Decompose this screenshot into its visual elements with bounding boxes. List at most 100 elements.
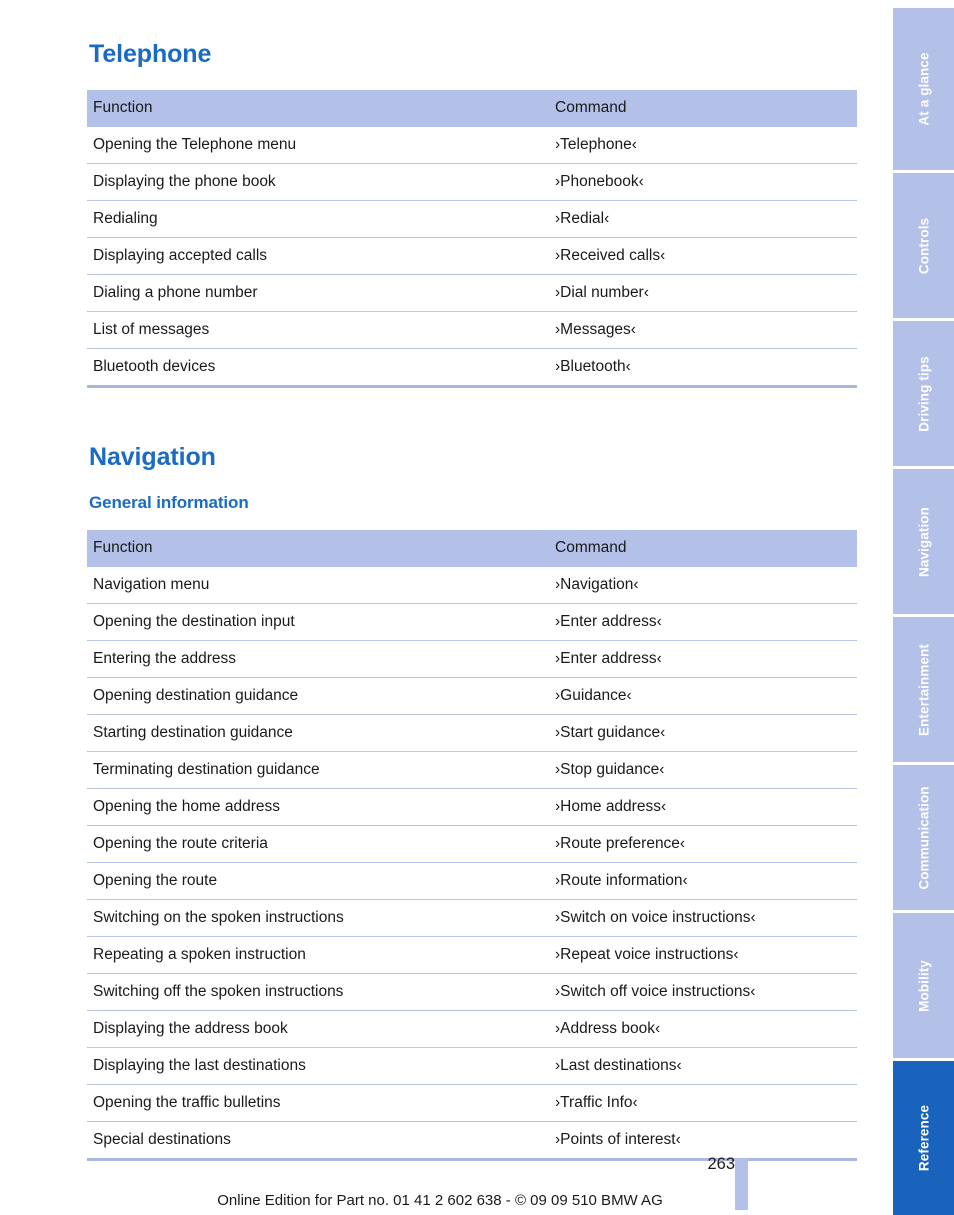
cell-function: Opening the Telephone menu (93, 136, 297, 153)
sidebar-item-communication[interactable]: Communication (893, 765, 954, 910)
cell-function: Displaying the phone book (87, 163, 549, 201)
cell-command: ›Redial‹ (549, 200, 857, 238)
cell-command: ›Home address‹ (549, 788, 857, 826)
sidebar-item-controls[interactable]: Controls (893, 173, 954, 318)
page-content: Telephone Function Command Opening the T… (87, 40, 857, 1161)
cell-function: Opening the destination input (87, 603, 549, 641)
table-row: Redialing ›Redial‹ (87, 200, 857, 238)
cell-function: Opening destination guidance (87, 677, 549, 715)
table-row: Opening the traffic bulletins ›Traffic I… (87, 1084, 857, 1122)
table-row: Opening destination guidance ›Guidance‹ (87, 677, 857, 715)
table-row: Opening the home address ›Home address‹ (87, 788, 857, 826)
sidebar-item-driving-tips[interactable]: Driving tips (893, 321, 954, 466)
cell-function: Repeating a spoken instruction (87, 936, 549, 974)
cell-command: ›Guidance‹ (549, 677, 857, 715)
cell-command: ›Bluetooth‹ (549, 348, 857, 387)
cell-command: ›Switch off voice instructions‹ (549, 973, 857, 1011)
sidebar-item-label: Controls (916, 217, 931, 274)
table-row: Opening the route criteria ›Route prefer… (87, 825, 857, 863)
cell-function: Terminating destination guidance (87, 751, 549, 789)
sidebar-item-label: Mobility (916, 959, 931, 1012)
column-header-command: Command (549, 90, 857, 127)
page-number: 263 (707, 1155, 735, 1173)
sidebar-item-label: Communication (916, 785, 931, 890)
cell-command: ›Received calls‹ (549, 237, 857, 275)
sidebar-item-mobility[interactable]: Mobility (893, 913, 954, 1058)
cell-function: Switching on the spoken instructions (87, 899, 549, 937)
cell-function: Switching off the spoken instructions (87, 973, 549, 1011)
cell-function: Displaying the address book (87, 1010, 549, 1048)
page-title: Telephone (89, 40, 212, 68)
cell-function: Opening the traffic bulletins (87, 1084, 549, 1122)
table-row: List of messages ›Messages‹ (87, 311, 857, 349)
cell-command: ›Start guidance‹ (549, 714, 857, 752)
cell-function: Bluetooth devices (87, 348, 549, 387)
page-footer: 263 Online Edition for Part no. 01 41 2 … (0, 1148, 880, 1215)
cell-function: List of messages (87, 311, 549, 349)
column-header-function: Function (87, 90, 549, 127)
table-row: Displaying the last destinations ›Last d… (87, 1047, 857, 1085)
subsection-title: General information (89, 493, 249, 512)
document-page: Telephone Function Command Opening the T… (0, 0, 880, 1215)
table-row: Opening the Telephone menu ›Telephone‹ (87, 127, 857, 164)
table-row: Terminating destination guidance ›Stop g… (87, 751, 857, 789)
page-title: Navigation (89, 443, 216, 471)
sidebar-item-navigation[interactable]: Navigation (893, 469, 954, 614)
cell-command: ›Enter address‹ (549, 603, 857, 641)
cell-function: Displaying accepted calls (87, 237, 549, 275)
cell-command: ›Address book‹ (549, 1010, 857, 1048)
footer-note: Online Edition for Part no. 01 41 2 602 … (217, 1192, 663, 1209)
table-header-row: Function Command (87, 530, 857, 567)
table-header-row: Function Command (87, 90, 857, 127)
table-row: Navigation menu ›Navigation‹ (87, 567, 857, 604)
sidebar-item-label: Navigation (916, 506, 931, 577)
cell-function: Dialing a phone number (87, 274, 549, 312)
column-header-command: Command (549, 530, 857, 567)
cell-function: Opening the route (87, 862, 549, 900)
cell-command: ›Last destinations‹ (549, 1047, 857, 1085)
sidebar-item-label: Reference (916, 1104, 931, 1172)
cell-command: ›Navigation‹ (555, 576, 639, 593)
cell-command: ›Repeat voice instructions‹ (549, 936, 857, 974)
cell-command: ›Switch on voice instructions‹ (549, 899, 857, 937)
cell-command: ›Enter address‹ (549, 640, 857, 678)
cell-command: ›Route preference‹ (549, 825, 857, 863)
table-row: Bluetooth devices ›Bluetooth‹ (87, 348, 857, 387)
cell-function: Entering the address (87, 640, 549, 678)
table-row: Displaying the address book ›Address boo… (87, 1010, 857, 1048)
navigation-command-table: Function Command Navigation menu ›Naviga… (87, 530, 857, 1161)
table-row: Repeating a spoken instruction ›Repeat v… (87, 936, 857, 974)
table-row: Switching off the spoken instructions ›S… (87, 973, 857, 1011)
sidebar-item-at-a-glance[interactable]: At a glance (893, 8, 954, 170)
sidebar-item-label: Entertainment (916, 643, 931, 736)
table-row: Dialing a phone number ›Dial number‹ (87, 274, 857, 312)
cell-command: ›Dial number‹ (549, 274, 857, 312)
section-telephone: Telephone Function Command Opening the T… (87, 40, 857, 388)
table-row: Opening the route ›Route information‹ (87, 862, 857, 900)
sidebar-item-entertainment[interactable]: Entertainment (893, 617, 954, 762)
table-row: Opening the destination input ›Enter add… (87, 603, 857, 641)
sidebar-item-reference[interactable]: Reference (893, 1061, 954, 1215)
cell-command: ›Traffic Info‹ (549, 1084, 857, 1122)
chapter-tab-rail: At a glance Controls Driving tips Naviga… (893, 0, 954, 1215)
cell-command: ›Phonebook‹ (549, 163, 857, 201)
cell-command: ›Telephone‹ (555, 136, 637, 153)
cell-function: Opening the route criteria (87, 825, 549, 863)
cell-function: Opening the home address (87, 788, 549, 826)
cell-function: Displaying the last destinations (87, 1047, 549, 1085)
table-row: Entering the address ›Enter address‹ (87, 640, 857, 678)
cell-command: ›Messages‹ (549, 311, 857, 349)
table-row: Displaying the phone book ›Phonebook‹ (87, 163, 857, 201)
cell-command: ›Route information‹ (549, 862, 857, 900)
table-row: Starting destination guidance ›Start gui… (87, 714, 857, 752)
cell-function: Starting destination guidance (87, 714, 549, 752)
telephone-command-table: Function Command Opening the Telephone m… (87, 90, 857, 388)
table-row: Switching on the spoken instructions ›Sw… (87, 899, 857, 937)
table-row: Displaying accepted calls ›Received call… (87, 237, 857, 275)
column-header-function: Function (87, 530, 549, 567)
sidebar-item-label: At a glance (916, 52, 931, 126)
cell-function: Redialing (87, 200, 549, 238)
sidebar-item-label: Driving tips (916, 355, 931, 432)
cell-function: Navigation menu (93, 576, 210, 593)
